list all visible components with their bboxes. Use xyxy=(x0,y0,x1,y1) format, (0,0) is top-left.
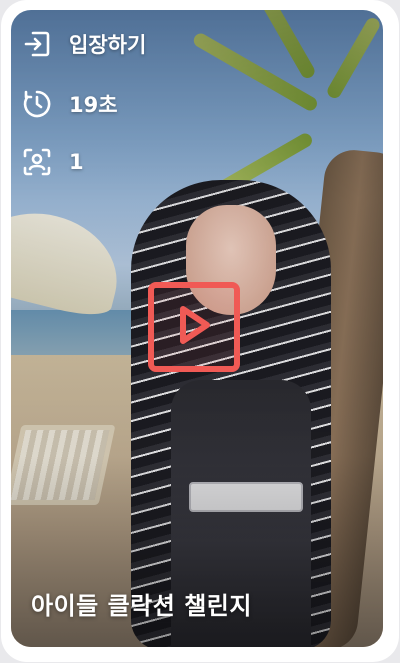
enter-icon xyxy=(21,28,53,60)
challenge-title: 아이들 클락션 챌린지 xyxy=(31,592,252,620)
challenge-card[interactable]: 입장하기 19초 1 아이들 클락션 챌린지 xyxy=(1,0,399,662)
enter-label: 입장하기 xyxy=(69,33,147,57)
time-info: 19초 xyxy=(21,88,118,120)
time-label: 19초 xyxy=(69,93,118,117)
participant-info: 1 xyxy=(21,146,84,178)
enter-link[interactable]: 입장하기 xyxy=(21,28,146,60)
timer-icon xyxy=(21,88,53,120)
user-scan-icon xyxy=(21,146,53,178)
participant-count: 1 xyxy=(69,150,84,174)
play-button[interactable] xyxy=(148,282,240,372)
play-icon xyxy=(171,302,217,352)
